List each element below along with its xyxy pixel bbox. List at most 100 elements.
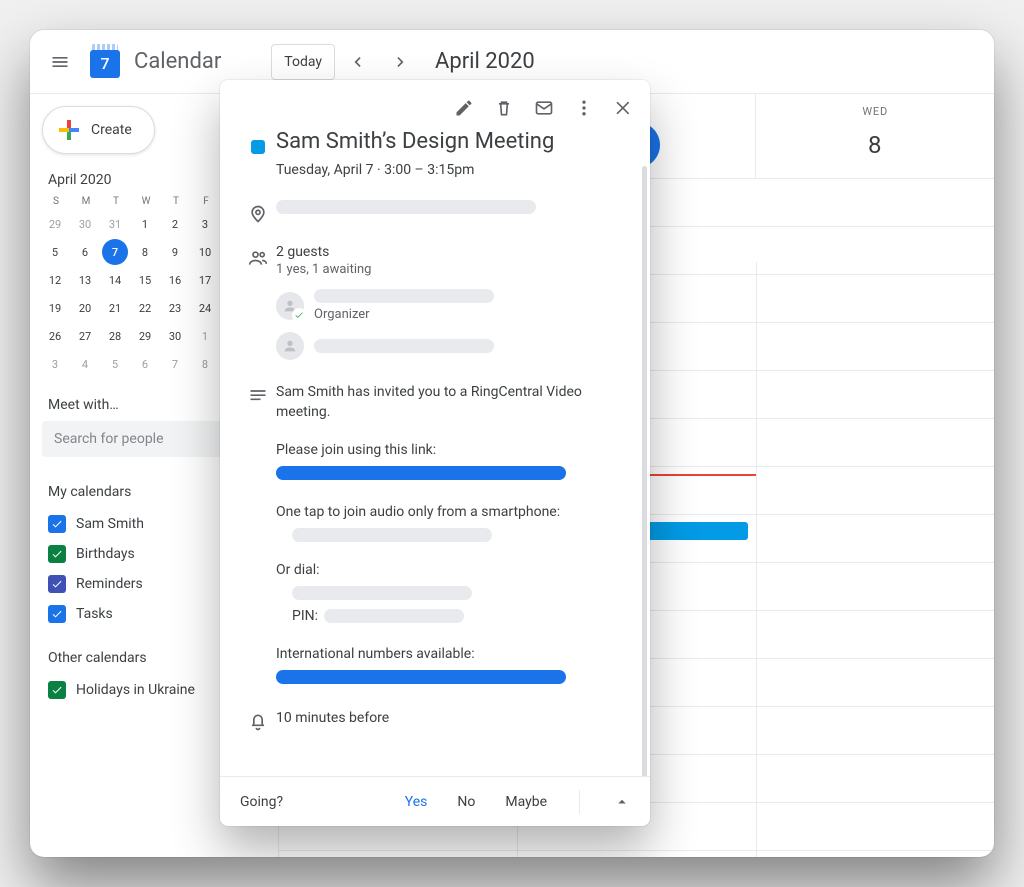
mini-day[interactable]: 22: [132, 295, 158, 321]
pencil-icon: [454, 98, 474, 118]
prev-period-button[interactable]: [335, 40, 379, 84]
mini-day[interactable]: 26: [42, 323, 68, 349]
people-icon: [248, 248, 268, 268]
mini-day[interactable]: 24: [192, 295, 218, 321]
mini-day[interactable]: 3: [192, 211, 218, 237]
popup-toolbar: [220, 80, 650, 128]
reminder-label: 10 minutes before: [276, 708, 608, 732]
mini-day[interactable]: 7: [102, 239, 128, 265]
calendar-label: Sam Smith: [76, 516, 144, 532]
email-guests-button[interactable]: [524, 88, 564, 128]
mini-day[interactable]: 4: [72, 351, 98, 377]
mini-day[interactable]: 17: [192, 267, 218, 293]
mini-day[interactable]: 9: [162, 239, 188, 265]
mini-day[interactable]: 19: [42, 295, 68, 321]
mini-day[interactable]: 15: [132, 267, 158, 293]
intl-label: International numbers available:: [276, 644, 608, 664]
mini-day[interactable]: 7: [162, 351, 188, 377]
create-label: Create: [91, 122, 132, 138]
checkbox-icon: [48, 545, 66, 563]
organizer-label: Organizer: [314, 307, 494, 322]
mini-day[interactable]: 16: [162, 267, 188, 293]
mini-weekday: S: [42, 196, 70, 207]
one-tap-label: One tap to join audio only from a smartp…: [276, 502, 608, 522]
app-title: Calendar: [134, 49, 221, 74]
event-details-popup: Sam Smith’s Design Meeting Tuesday, Apri…: [220, 80, 650, 826]
guest-avatar: [276, 332, 304, 360]
join-link-label: Please join using this link:: [276, 440, 608, 460]
today-button[interactable]: Today: [271, 44, 335, 80]
rsvp-no-button[interactable]: No: [451, 793, 481, 811]
edit-event-button[interactable]: [444, 88, 484, 128]
dots-vertical-icon: [574, 98, 594, 118]
mini-day[interactable]: 5: [102, 351, 128, 377]
mini-day[interactable]: 10: [192, 239, 218, 265]
guest-count: 2 guests: [276, 244, 608, 260]
event-datetime: Tuesday, April 7 · 3:00 – 3:15pm: [276, 162, 608, 178]
checkbox-icon: [48, 681, 66, 699]
guest-name-placeholder: [314, 289, 494, 303]
mini-day[interactable]: 28: [102, 323, 128, 349]
close-popup-button[interactable]: [604, 88, 644, 128]
location-placeholder: [276, 200, 536, 214]
mini-day[interactable]: 8: [192, 351, 218, 377]
mini-day[interactable]: 8: [132, 239, 158, 265]
mini-day[interactable]: 23: [162, 295, 188, 321]
rsvp-expand-button[interactable]: [606, 786, 638, 818]
rsvp-yes-button[interactable]: Yes: [399, 793, 434, 811]
mini-day[interactable]: 12: [42, 267, 68, 293]
mini-day[interactable]: 13: [72, 267, 98, 293]
app-window: 7 Calendar Today April 2020 Create April…: [30, 30, 994, 857]
mini-day[interactable]: 5: [42, 239, 68, 265]
day-number: 8: [852, 122, 898, 168]
event-title: Sam Smith’s Design Meeting: [276, 128, 608, 156]
rsvp-bar: Going? Yes No Maybe: [220, 776, 650, 826]
mini-day[interactable]: 29: [132, 323, 158, 349]
mini-day[interactable]: 30: [162, 323, 188, 349]
mini-day[interactable]: 21: [102, 295, 128, 321]
guest-status: 1 yes, 1 awaiting: [276, 262, 608, 277]
chevron-up-icon: [613, 793, 631, 811]
mini-day[interactable]: 20: [72, 295, 98, 321]
rsvp-maybe-button[interactable]: Maybe: [499, 793, 553, 811]
options-button[interactable]: [564, 88, 604, 128]
mini-day[interactable]: 14: [102, 267, 128, 293]
calendar-label: Reminders: [76, 576, 143, 592]
mini-weekday: W: [132, 196, 160, 207]
mini-day[interactable]: 1: [132, 211, 158, 237]
mini-day[interactable]: 2: [162, 211, 188, 237]
calendar-logo: 7: [86, 42, 126, 82]
calendar-label: Tasks: [76, 606, 113, 622]
plus-icon: [57, 118, 81, 142]
popup-scrollbar[interactable]: [642, 166, 647, 776]
mini-day[interactable]: 31: [102, 211, 128, 237]
mini-weekday: F: [192, 196, 220, 207]
create-button[interactable]: Create: [42, 106, 155, 154]
chevron-left-icon: [347, 52, 367, 72]
main-menu-button[interactable]: [38, 40, 82, 84]
pin-label: PIN:: [292, 606, 318, 626]
close-icon: [614, 98, 634, 118]
hamburger-icon: [50, 52, 70, 72]
delete-event-button[interactable]: [484, 88, 524, 128]
mini-day[interactable]: 27: [72, 323, 98, 349]
description-icon: [248, 386, 268, 406]
intl-link[interactable]: [276, 670, 566, 684]
mini-day[interactable]: 30: [72, 211, 98, 237]
checkbox-icon: [48, 515, 66, 533]
or-dial-label: Or dial:: [276, 560, 608, 580]
check-icon: [292, 308, 306, 322]
guest-name-placeholder: [314, 339, 494, 353]
mini-day[interactable]: 1: [192, 323, 218, 349]
mini-day[interactable]: 6: [132, 351, 158, 377]
location-pin-icon: [248, 204, 268, 224]
next-period-button[interactable]: [379, 40, 423, 84]
pin-placeholder: [324, 609, 464, 623]
day-header[interactable]: WED 8: [755, 94, 994, 178]
mini-day[interactable]: 3: [42, 351, 68, 377]
mini-day[interactable]: 6: [72, 239, 98, 265]
mini-day[interactable]: 29: [42, 211, 68, 237]
guest-avatar: [276, 292, 304, 320]
day-of-week: WED: [862, 105, 888, 118]
meeting-link[interactable]: [276, 466, 566, 480]
